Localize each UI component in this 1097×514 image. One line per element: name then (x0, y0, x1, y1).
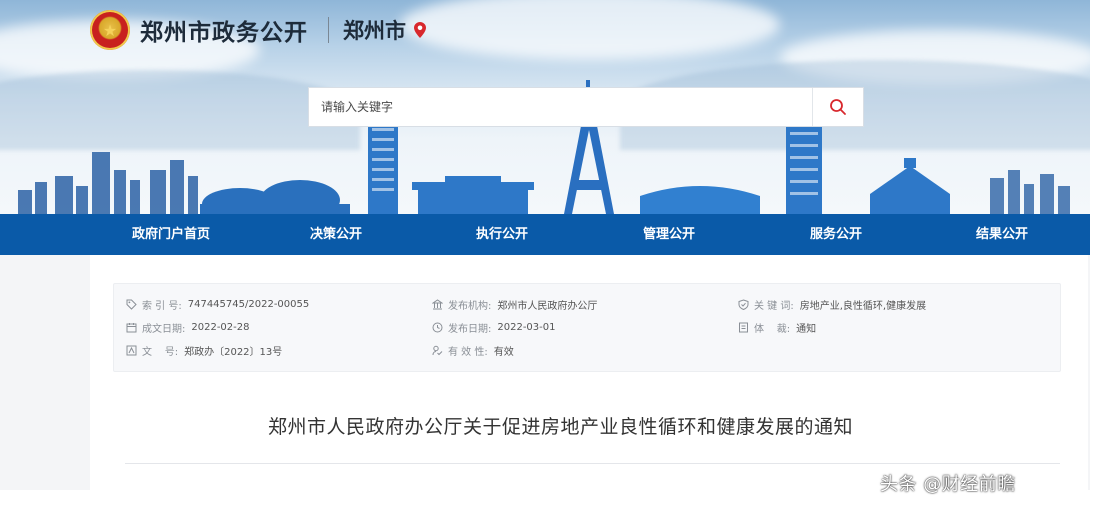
tag-icon (126, 299, 137, 310)
meta-publish-date: 发布日期: 2022-03-01 (432, 320, 556, 335)
clock-icon (432, 322, 443, 333)
file-number-icon (126, 345, 137, 356)
meta-validity: 有 效 性: 有效 (432, 343, 514, 358)
meta-document-number: 文 号: 郑政办〔2022〕13号 (126, 343, 282, 358)
search-icon (830, 99, 846, 115)
validity-icon (432, 345, 443, 356)
nav-item-service-disclosure[interactable]: 服务公开 (810, 214, 862, 255)
title-divider-line (125, 463, 1060, 464)
nav-item-management-disclosure[interactable]: 管理公开 (643, 214, 695, 255)
meta-issuer: 发布机构: 郑州市人民政府办公厅 (432, 297, 597, 312)
meta-label: 文 号: (142, 347, 179, 358)
building-icon (432, 299, 443, 310)
meta-value: 747445745/2022-00055 (187, 299, 310, 310)
location-pin-icon[interactable] (414, 22, 426, 38)
meta-created-date: 成文日期: 2022-02-28 (126, 320, 250, 335)
search-button[interactable] (812, 88, 863, 126)
nav-item-portal-home[interactable]: 政府门户首页 (132, 214, 210, 255)
meta-label: 发布机构: (448, 301, 492, 312)
document-metadata-panel: 索 引 号: 747445745/2022-00055 发布机构: 郑州市人民政… (113, 283, 1061, 372)
meta-label: 发布日期: (448, 324, 492, 335)
watermark: 头条 @财经前瞻 (880, 474, 1016, 495)
meta-keywords: 关 键 词: 房地产业,良性循环,健康发展 (738, 297, 926, 312)
nav-item-decision-disclosure[interactable]: 决策公开 (310, 214, 362, 255)
meta-label: 成文日期: (142, 324, 186, 335)
right-edge-strip (1090, 0, 1097, 514)
meta-genre: 体 裁: 通知 (738, 320, 816, 335)
document-icon (739, 322, 748, 333)
title-divider (328, 17, 329, 43)
meta-value: 2022-03-01 (497, 322, 556, 333)
meta-label: 关 键 词: (754, 301, 794, 312)
meta-label: 体 裁: (754, 324, 791, 335)
site-header: ★ 郑州市政务公开 郑州市 (90, 10, 426, 50)
meta-index-number: 索 引 号: 747445745/2022-00055 (126, 297, 309, 312)
shield-icon (738, 299, 749, 310)
search-input[interactable] (309, 88, 812, 126)
calendar-icon (126, 323, 137, 333)
main-nav: 政府门户首页 决策公开 执行公开 管理公开 服务公开 结果公开 (0, 214, 1090, 255)
hero-banner: ★ 郑州市政务公开 郑州市 (0, 0, 1090, 214)
nav-item-execution-disclosure[interactable]: 执行公开 (476, 214, 528, 255)
document-title: 郑州市人民政府办公厅关于促进房地产业良性循环和健康发展的通知 (268, 416, 854, 438)
meta-value: 有效 (493, 347, 514, 358)
nav-item-result-disclosure[interactable]: 结果公开 (976, 214, 1028, 255)
search-bar (308, 87, 864, 127)
site-title[interactable]: 郑州市政务公开 (140, 13, 308, 47)
meta-value: 郑政办〔2022〕13号 (184, 347, 283, 358)
national-emblem-icon[interactable]: ★ (90, 10, 130, 50)
meta-value: 2022-02-28 (191, 322, 250, 333)
meta-label: 有 效 性: (448, 347, 488, 358)
meta-value: 郑州市人民政府办公厅 (497, 301, 598, 312)
meta-value: 房地产业,良性循环,健康发展 (799, 301, 927, 312)
city-name[interactable]: 郑州市 (343, 15, 406, 45)
meta-label: 索 引 号: (142, 301, 182, 312)
meta-value: 通知 (796, 324, 817, 335)
